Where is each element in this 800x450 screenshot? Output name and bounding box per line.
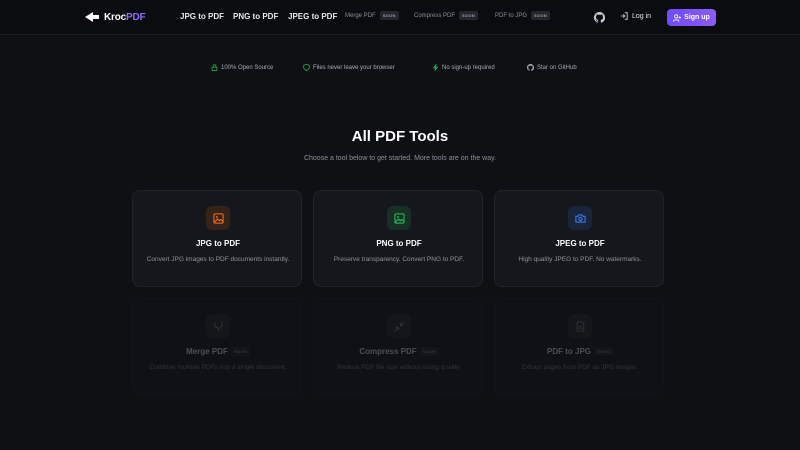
tool-icon-box <box>568 206 592 230</box>
tool-icon-box <box>387 206 411 230</box>
tool-card-pdf-to-jpg: PDF to JPG SOON Extract pages from PDF as… <box>494 298 664 395</box>
signup-label: Sign up <box>684 14 710 21</box>
tool-description: High quality JPEG to PDF. No watermarks. <box>518 256 642 263</box>
image-icon <box>212 212 224 224</box>
feature-github[interactable]: Star on GitHub <box>527 64 577 71</box>
nav-png-to-pdf[interactable]: PNG to PDF <box>233 12 278 21</box>
tool-description: Preserve transparency. Convert PNG to PD… <box>333 256 465 263</box>
tool-title: JPG to PDF <box>195 239 240 248</box>
feature-privacy: Files never leave your browser <box>303 64 395 71</box>
soon-badge: SOON <box>594 347 613 356</box>
nav-pdf-to-jpg-label: PDF to JPG <box>495 12 528 19</box>
tool-icon-box <box>568 314 592 338</box>
soon-badge: SOON <box>419 347 439 356</box>
bolt-icon <box>432 64 439 71</box>
image-icon <box>393 212 405 224</box>
soon-badge: SOON <box>531 11 550 20</box>
file-icon <box>576 320 584 332</box>
tool-description: Extract pages from PDF as JPG images. <box>521 364 639 371</box>
nav-pdf-to-jpg[interactable]: PDF to JPG SOON <box>495 11 550 20</box>
nav-compress-pdf[interactable]: Compress PDF SOON <box>414 11 478 20</box>
tool-icon-box <box>206 314 230 338</box>
tool-card-jpg-to-pdf[interactable]: JPG to PDF Convert JPG images to PDF doc… <box>132 190 302 287</box>
lock-icon <box>211 64 218 71</box>
soon-badge: SOON <box>230 347 250 356</box>
tool-card-png-to-pdf[interactable]: PNG to PDF Preserve transparency. Conver… <box>313 190 483 287</box>
feature-strip: 100% Open Source Files never leave your … <box>0 64 800 74</box>
tool-card-jpeg-to-pdf[interactable]: JPEG to PDF High quality JPEG to PDF. No… <box>494 190 664 287</box>
nav-compress-pdf-label: Compress PDF <box>414 12 456 19</box>
soon-badge: SOON <box>459 11 478 20</box>
tool-title: PNG to PDF <box>376 239 422 248</box>
logo[interactable]: KrocPDF <box>84 9 146 25</box>
nav-merge-pdf-label: Merge PDF <box>345 12 376 19</box>
tool-description: Reduce PDF file size without losing qual… <box>337 364 461 371</box>
page-subtitle: Choose a tool below to get started. More… <box>303 155 497 162</box>
soon-badge: SOON <box>379 11 399 20</box>
logo-icon <box>85 12 99 22</box>
feature-no-signup: No sign-up required <box>432 64 495 71</box>
tool-title: Compress PDF SOON <box>314 347 484 356</box>
compress-icon <box>394 321 404 331</box>
login-icon <box>620 12 628 20</box>
tool-title: PDF to JPG SOON <box>495 347 665 356</box>
tool-card-merge-pdf: Merge PDF SOON Combine multiple PDFs into… <box>132 298 302 395</box>
tool-icon-box <box>387 314 411 338</box>
tool-title: JPEG to PDF <box>555 239 605 248</box>
camera-icon <box>574 213 586 223</box>
login-label: Log in <box>632 12 652 20</box>
tool-card-compress-pdf: Compress PDF SOON Reduce PDF file size wi… <box>313 298 483 395</box>
page-title: All PDF Tools <box>351 128 449 145</box>
merge-icon <box>213 321 223 331</box>
login-button[interactable]: Log in <box>620 12 651 20</box>
tool-description: Convert JPG images to PDF documents inst… <box>146 256 290 263</box>
shield-icon <box>303 64 310 71</box>
github-icon <box>527 64 534 71</box>
feature-open-source: 100% Open Source <box>211 64 273 71</box>
nav-jpeg-to-pdf[interactable]: JPEG to PDF <box>288 12 337 21</box>
nav-merge-pdf[interactable]: Merge PDF SOON <box>345 11 399 20</box>
signup-button[interactable]: Sign up <box>667 9 716 26</box>
tool-icon-box <box>206 206 230 230</box>
nav-jpg-to-pdf[interactable]: JPG to PDF <box>180 12 224 21</box>
logo-text: KrocPDF <box>104 11 146 23</box>
tool-description: Combine multiple PDFs into a single docu… <box>149 364 287 371</box>
user-plus-icon <box>673 13 682 22</box>
tool-title: Merge PDF SOON <box>133 347 303 356</box>
top-navbar: KrocPDF JPG to PDF PNG to PDF JPEG to PD… <box>0 0 800 35</box>
github-icon[interactable] <box>594 12 605 23</box>
